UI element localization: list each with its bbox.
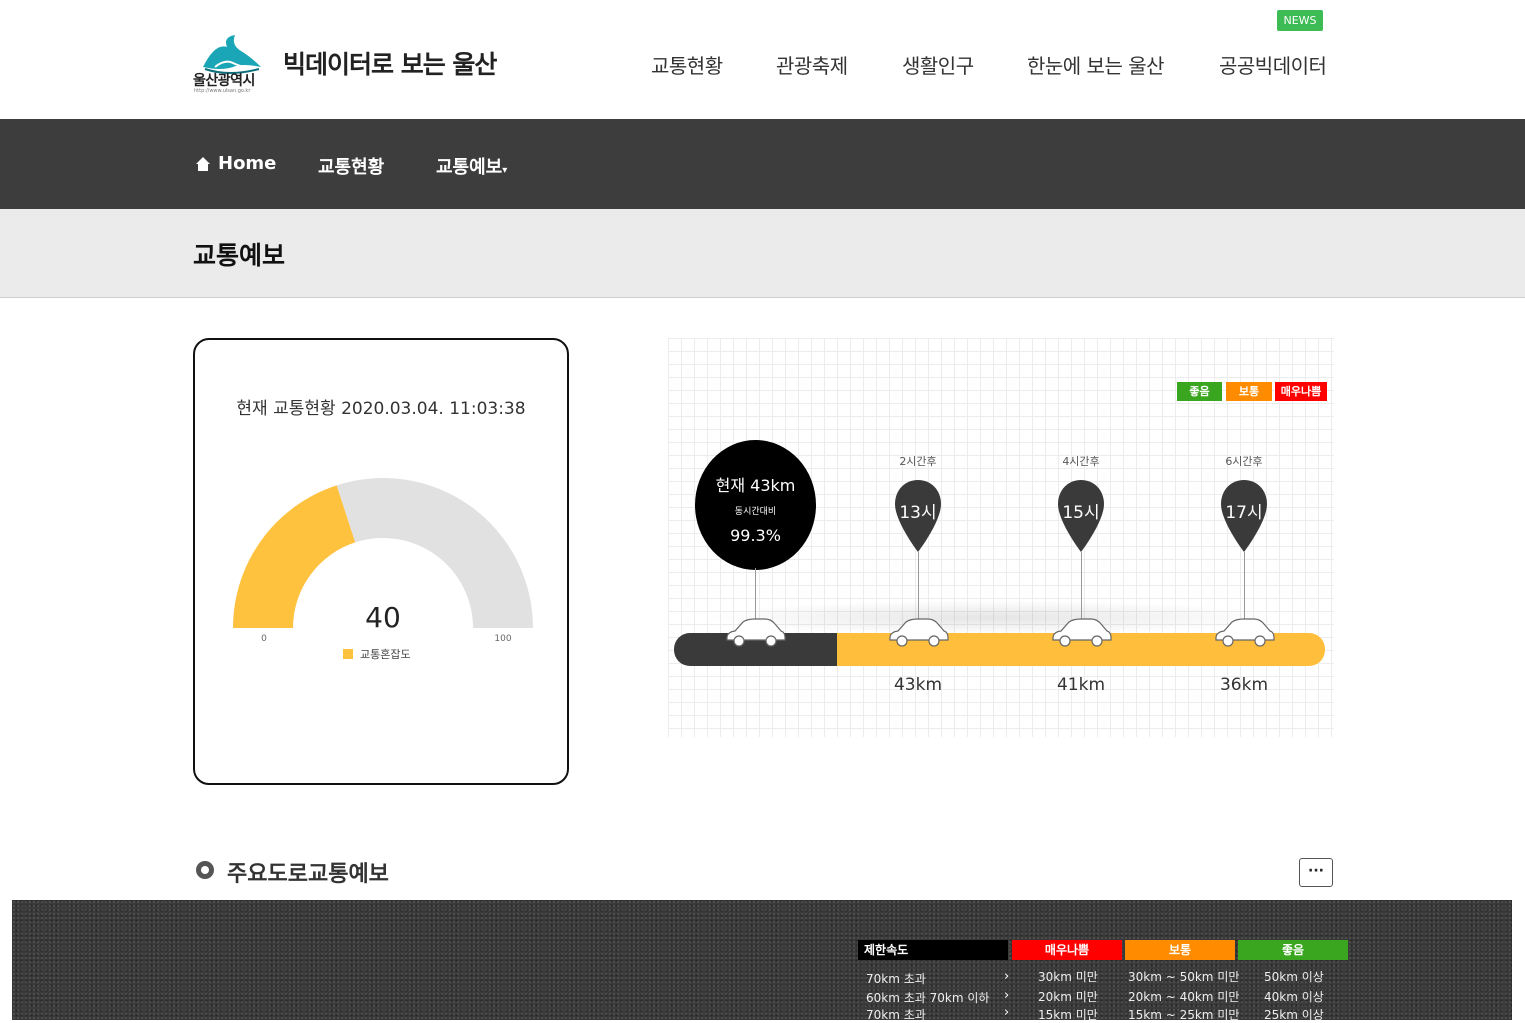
same-time-compare-value: 99.3% [730, 526, 781, 545]
very-bad-header: 매우나쁨 [1012, 940, 1122, 960]
normal-cell: 15km ~ 25km 미만 [1128, 1008, 1240, 1022]
after-2h-label: 2시간후 [899, 455, 937, 468]
speed-limit-cell: 60km 초과 70km 이하 [866, 991, 990, 1005]
good-cell: 50km 이상 [1264, 970, 1324, 984]
nav-forecast-dropdown[interactable]: 교통예보▾ [436, 153, 507, 179]
chevron-right-icon: › [1004, 1005, 1010, 1020]
car-icon [889, 618, 949, 647]
gauge-fill [233, 485, 356, 628]
gauge-min-label: 0 [261, 634, 267, 644]
chevron-right-icon: › [1004, 969, 1010, 984]
very-bad-cell: 30km 미만 [1038, 970, 1098, 984]
logo-url: http://www.ulsan.go.kr [194, 88, 251, 94]
section-bullet-icon [196, 861, 214, 879]
chevron-right-icon: › [1004, 988, 1010, 1003]
normal-cell: 30km ~ 50km 미만 [1128, 970, 1240, 984]
logo-text: 울산광역시 [193, 73, 255, 89]
forecast-stem-3 [1244, 552, 1245, 622]
after-6h-label: 6시간후 [1225, 455, 1263, 468]
forecast-stem-2 [1081, 552, 1082, 622]
very-bad-cell: 15km 미만 [1038, 1008, 1098, 1022]
good-cell: 40km 이상 [1264, 990, 1324, 1004]
car-icon [726, 618, 786, 647]
gauge-header: 현재 교통현황 2020.03.04. 11:03:38 [236, 399, 526, 419]
topnav-traffic[interactable]: 교통현황 [651, 50, 723, 79]
current-speed-bubble: 현재 43km 동시간대비 99.3% [695, 440, 816, 570]
topnav-overview[interactable]: 한눈에 보는 울산 [1027, 50, 1165, 79]
speed-limit-cell: 70km 초과 [866, 972, 926, 986]
car-icon [1215, 618, 1275, 647]
good-cell: 25km 이상 [1264, 1008, 1324, 1022]
forecast-speed-2: 41km [1056, 675, 1106, 695]
forecast-hour-13: 13시 [899, 503, 937, 523]
nav-traffic[interactable]: 교통현황 [318, 153, 384, 179]
road-shadow [700, 600, 1280, 635]
car-icon [1052, 618, 1112, 647]
news-badge[interactable]: NEWS [1277, 10, 1323, 31]
legend-normal: 보통 [1226, 382, 1272, 401]
same-time-compare-label: 동시간대비 [734, 507, 777, 517]
topnav-public-bigdata[interactable]: 공공빅데이터 [1219, 50, 1327, 79]
topnav-population[interactable]: 생활인구 [902, 50, 974, 79]
current-speed: 현재 43km [715, 476, 796, 495]
forecast-stem-1 [918, 552, 919, 622]
gauge-value: 40 [365, 601, 401, 634]
congestion-gauge: 40 0 100 교통혼잡도 [233, 478, 533, 660]
very-bad-cell: 20km 미만 [1038, 990, 1098, 1004]
after-4h-label: 4시간후 [1062, 455, 1100, 468]
topnav-tourism[interactable]: 관광축제 [776, 50, 848, 79]
gauge-legend-swatch [343, 649, 353, 659]
current-stem [755, 568, 756, 620]
nav-forecast-label: 교통예보 [436, 157, 503, 178]
legend-good: 좋음 [1177, 382, 1222, 401]
section-title: 주요도로교통예보 [227, 862, 389, 887]
gauge-legend-label: 교통혼잡도 [360, 648, 411, 660]
legend-very-bad: 매우나쁨 [1275, 382, 1327, 401]
good-header: 좋음 [1238, 940, 1348, 960]
page-title: 교통예보 [193, 241, 286, 270]
forecast-speed-1: 43km [893, 675, 943, 695]
forecast-speed-3: 36km [1219, 675, 1269, 695]
nav-home[interactable]: Home [218, 153, 276, 174]
speed-limit-cell: 70km 초과 [866, 1008, 926, 1022]
home-icon[interactable] [195, 156, 211, 172]
chevron-down-icon: ▾ [502, 165, 508, 176]
normal-header: 보통 [1125, 940, 1235, 960]
gauge-max-label: 100 [494, 634, 511, 644]
normal-cell: 20km ~ 40km 미만 [1128, 990, 1240, 1004]
site-title[interactable]: 빅데이터로 보는 울산 [283, 45, 497, 81]
speed-limit-header: 제한속도 [858, 940, 1008, 960]
forecast-hour-17: 17시 [1225, 503, 1263, 523]
more-button[interactable]: ··· [1299, 858, 1333, 887]
forecast-hour-15: 15시 [1062, 503, 1100, 523]
